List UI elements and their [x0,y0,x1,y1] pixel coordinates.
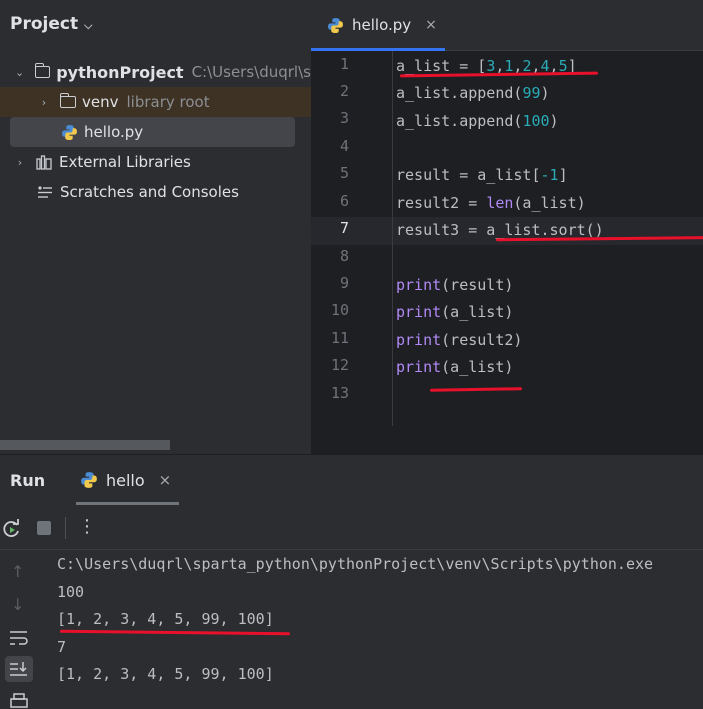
tree-item-external-libraries[interactable]: › External Libraries [0,147,311,177]
chevron-right-icon[interactable]: › [13,156,27,169]
console-line: C:\Users\duqrl\sparta_python\pythonProje… [57,555,654,573]
console-line: 7 [57,638,67,656]
line-number: 2 [339,82,349,100]
chevron-down-icon[interactable]: ⌵ [84,19,92,32]
line-number-gutter: 1 2 3 4 5 6 7 8 9 10 11 12 13 [311,51,391,426]
tree-item-venv[interactable]: › venv library root [0,87,311,117]
line-number: 1 [339,55,349,73]
python-file-icon [62,124,77,140]
run-tabbar: Run hello × [0,455,703,505]
run-panel-title: Run [10,471,46,490]
line-number: 10 [330,301,349,319]
code-line-3: a_list.append(100) [396,112,559,130]
code-line-2: a_list.append(99) [396,84,550,102]
annotation-underline-line12 [429,387,523,392]
annotation-underline-output [59,629,291,636]
code-line-6: result2 = len(a_list) [396,194,586,212]
soft-wrap-icon[interactable] [9,629,29,647]
scroll-to-end-icon [10,662,27,676]
console-line: 100 [57,583,85,601]
tree-item-label: Scratches and Consoles [60,183,239,201]
more-icon[interactable]: ⋮ [78,516,96,537]
print-icon[interactable] [9,693,29,709]
code-line-5: result = a_list[-1] [396,166,568,184]
code-line-11: print(result2) [396,331,523,349]
tab-label: hello.py [352,16,412,34]
tree-item-hint: library root [126,93,210,111]
project-title-label: Project [10,14,79,34]
line-number: 5 [339,164,349,182]
tree-item-label: pythonProject [56,62,184,82]
line-number: 3 [339,109,349,127]
tree-item-label: hello.py [84,123,144,141]
tree-item-label: External Libraries [59,153,191,171]
run-side-toolbar: ↑ ↓ [0,550,40,709]
tree-item-scratches[interactable]: Scratches and Consoles [0,177,311,207]
folder-icon [34,63,51,78]
line-number: 12 [330,356,349,374]
line-number: 11 [330,329,349,347]
run-toolbar: ⋮ [0,505,703,550]
code-line-9: print(result) [396,276,514,294]
line-number: 4 [339,137,349,155]
down-icon[interactable]: ↓ [11,595,24,614]
chevron-right-icon[interactable]: › [37,96,51,109]
run-tab-label: hello [106,470,145,490]
line-number-current: 7 [339,219,349,237]
python-file-icon [328,17,343,33]
editor-panel: hello.py × 1 2 3 4 5 6 7 8 9 10 11 12 13… [311,0,703,454]
toolbar-separator [65,517,66,539]
tree-item-path: C:\Users\duqrl\s [191,63,311,81]
code-line-12: print(a_list) [396,358,514,376]
console-line: [1, 2, 3, 4, 5, 99, 100] [57,665,274,683]
code-line-10: print(a_list) [396,303,514,321]
stop-icon[interactable] [37,521,51,535]
close-icon[interactable]: × [159,471,172,489]
library-icon [36,154,52,170]
line-number: 13 [330,384,349,402]
run-tab-hello[interactable]: hello × [76,455,179,505]
editor-tabbar: hello.py × [311,0,703,51]
close-icon[interactable]: × [425,17,437,33]
gutter-separator [392,51,393,426]
scroll-to-end-button[interactable] [5,656,33,682]
tree-item-label: venv [82,93,119,111]
tab-hello-py[interactable]: hello.py × [311,0,445,51]
horizontal-scrollbar[interactable] [0,440,170,450]
line-number: 8 [339,247,349,265]
tree-item-hello-py[interactable]: hello.py [10,117,295,147]
tree-item-project-root[interactable]: ⌄ pythonProject C:\Users\duqrl\s [0,57,311,87]
folder-icon [59,93,76,108]
up-icon[interactable]: ↑ [11,562,24,581]
chevron-expanded-icon[interactable]: ⌄ [13,66,26,79]
project-panel-title[interactable]: Project ⌵ [10,14,92,34]
line-number: 9 [339,274,349,292]
console-line: [1, 2, 3, 4, 5, 99, 100] [57,610,274,628]
rerun-icon[interactable] [2,519,22,539]
line-number: 6 [339,192,349,210]
code-area[interactable]: a_list = [3,1,2,4,5] a_list.append(99) a… [396,51,703,426]
scratches-icon [38,185,52,198]
run-console-output[interactable]: C:\Users\duqrl\sparta_python\pythonProje… [40,550,703,709]
project-panel: Project ⌵ ⌄ pythonProject C:\Users\duqrl\… [0,0,311,454]
python-file-icon [81,472,97,488]
